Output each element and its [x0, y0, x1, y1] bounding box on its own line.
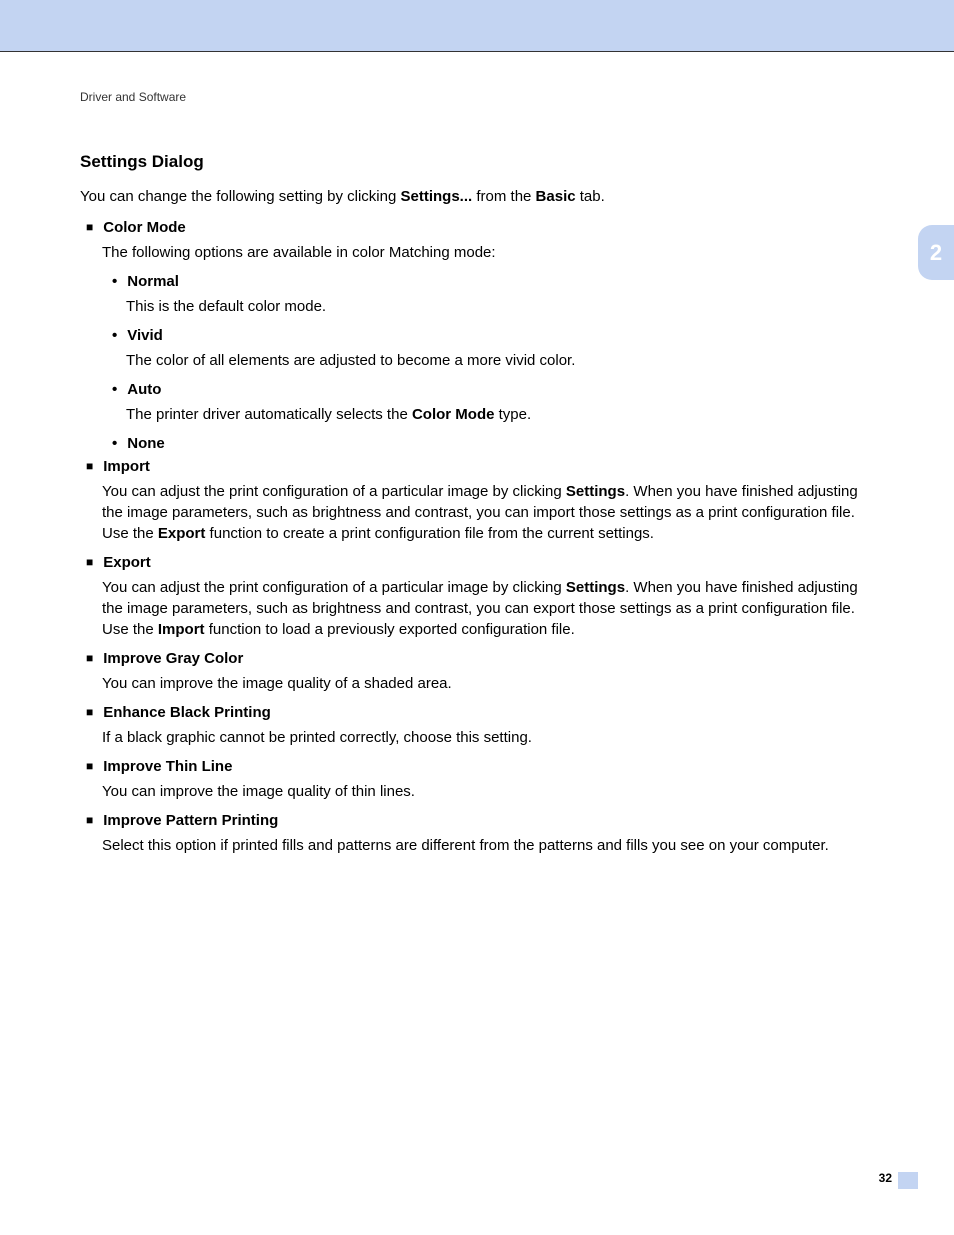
- item-label: Improve Gray Color: [103, 650, 243, 667]
- item-import: ■ Import: [86, 458, 874, 475]
- item-body: You can adjust the print configuration o…: [102, 481, 874, 544]
- import-bold2: Export: [158, 525, 206, 542]
- square-bullet-icon: ■: [86, 813, 93, 827]
- square-bullet-icon: ■: [86, 220, 93, 234]
- item-body: The following options are available in c…: [102, 242, 874, 263]
- import-bold1: Settings: [566, 483, 625, 500]
- subitem-label: None: [127, 435, 165, 452]
- item-label: Color Mode: [103, 219, 186, 236]
- square-bullet-icon: ■: [86, 705, 93, 719]
- export-bold1: Settings: [566, 579, 625, 596]
- subitem-label: Vivid: [127, 327, 163, 344]
- item-body: You can improve the image quality of thi…: [102, 781, 874, 802]
- dot-bullet-icon: •: [112, 381, 117, 398]
- square-bullet-icon: ■: [86, 459, 93, 473]
- item-body: You can adjust the print configuration o…: [102, 577, 874, 640]
- intro-bold-settings: Settings...: [401, 188, 473, 205]
- import-post: function to create a print configuration…: [205, 525, 654, 542]
- intro-mid: from the: [472, 188, 535, 205]
- import-pre: You can adjust the print configuration o…: [102, 483, 566, 500]
- item-label: Export: [103, 554, 151, 571]
- item-label: Import: [103, 458, 150, 475]
- item-improve-thin: ■ Improve Thin Line: [86, 758, 874, 775]
- subitem-body: The printer driver automatically selects…: [126, 404, 874, 425]
- dot-bullet-icon: •: [112, 273, 117, 290]
- intro-pre: You can change the following setting by …: [80, 188, 401, 205]
- subitem-normal: • Normal: [112, 273, 874, 290]
- intro-text: You can change the following setting by …: [80, 188, 874, 205]
- running-header: Driver and Software: [80, 90, 874, 104]
- dot-bullet-icon: •: [112, 327, 117, 344]
- auto-body-pre: The printer driver automatically selects…: [126, 406, 412, 423]
- page-number: 32: [879, 1171, 892, 1185]
- dot-bullet-icon: •: [112, 435, 117, 452]
- chapter-tab: 2: [918, 225, 954, 280]
- subitem-body: This is the default color mode.: [126, 296, 874, 317]
- item-label: Improve Pattern Printing: [103, 812, 278, 829]
- item-label: Improve Thin Line: [103, 758, 232, 775]
- square-bullet-icon: ■: [86, 651, 93, 665]
- subitem-label: Normal: [127, 273, 179, 290]
- page-marker: [898, 1172, 918, 1189]
- subitem-label: Auto: [127, 381, 161, 398]
- item-enhance-black: ■ Enhance Black Printing: [86, 704, 874, 721]
- section-title: Settings Dialog: [80, 152, 874, 172]
- item-improve-pattern: ■ Improve Pattern Printing: [86, 812, 874, 829]
- square-bullet-icon: ■: [86, 555, 93, 569]
- auto-body-bold: Color Mode: [412, 406, 495, 423]
- page-content: Driver and Software Settings Dialog You …: [0, 52, 954, 856]
- item-export: ■ Export: [86, 554, 874, 571]
- item-color-mode: ■ Color Mode: [86, 219, 874, 236]
- export-pre: You can adjust the print configuration o…: [102, 579, 566, 596]
- square-bullet-icon: ■: [86, 759, 93, 773]
- item-body: Select this option if printed fills and …: [102, 835, 874, 856]
- intro-post: tab.: [576, 188, 605, 205]
- auto-body-post: type.: [494, 406, 531, 423]
- item-label: Enhance Black Printing: [103, 704, 271, 721]
- item-body: If a black graphic cannot be printed cor…: [102, 727, 874, 748]
- export-post: function to load a previously exported c…: [205, 621, 575, 638]
- subitem-body: The color of all elements are adjusted t…: [126, 350, 874, 371]
- export-bold2: Import: [158, 621, 205, 638]
- subitem-vivid: • Vivid: [112, 327, 874, 344]
- header-bar: [0, 0, 954, 52]
- item-body: You can improve the image quality of a s…: [102, 673, 874, 694]
- subitem-none: • None: [112, 435, 874, 452]
- item-improve-gray: ■ Improve Gray Color: [86, 650, 874, 667]
- intro-bold-basic: Basic: [536, 188, 576, 205]
- subitem-auto: • Auto: [112, 381, 874, 398]
